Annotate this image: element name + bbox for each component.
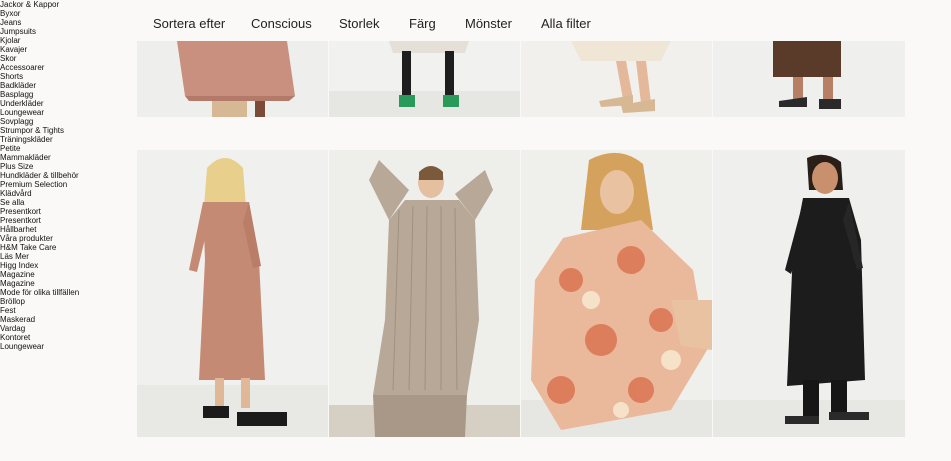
sidebar-category-label[interactable]: Klädvård — [0, 189, 32, 198]
sidebar-category-label[interactable]: Bröllop — [0, 297, 25, 306]
sidebar-category-item[interactable]: Fest — [0, 306, 130, 315]
sidebar-category-label[interactable]: Fest — [0, 306, 16, 315]
sidebar-category-label[interactable]: Presentkort — [0, 207, 41, 216]
product-image-pink-wrap-dress[interactable] — [137, 150, 328, 437]
sidebar-category-label[interactable]: H&M Take Care — [0, 243, 56, 252]
sidebar-category-label[interactable]: Shorts — [0, 72, 23, 81]
sidebar-category-label[interactable]: Premium Selection — [0, 180, 67, 189]
conscious-filter-button[interactable]: Conscious — [251, 16, 312, 31]
sidebar-category-item[interactable]: Jeans — [0, 18, 130, 27]
page: Jackor & Kappor Byxor Jeans Jumpsuits Kjolar… — [0, 0, 951, 461]
sidebar-category-label[interactable]: Higg Index — [0, 261, 38, 270]
sidebar-category-label[interactable]: Plus Size — [0, 162, 33, 171]
sidebar-category-label[interactable]: Kavajer — [0, 45, 27, 54]
sidebar-category-label[interactable]: Jeans — [0, 18, 21, 27]
sidebar-category-item[interactable]: Träningskläder — [0, 135, 130, 144]
sidebar-category-item[interactable]: Hållbarhet — [0, 225, 130, 234]
sidebar-category-label[interactable]: Presentkort — [0, 216, 41, 225]
size-filter-button[interactable]: Storlek — [339, 16, 379, 31]
sidebar-category-item[interactable]: Presentkort — [0, 216, 130, 225]
sidebar-category-item[interactable]: Kontoret — [0, 333, 130, 342]
sort-by-button[interactable]: Sortera efter — [153, 16, 225, 31]
sidebar-category-item[interactable]: Presentkort — [0, 207, 130, 216]
sidebar-category-item[interactable]: Sovplagg — [0, 117, 130, 126]
product-image-white-dress-top[interactable] — [329, 41, 520, 117]
pattern-filter-button[interactable]: Mönster — [465, 16, 512, 31]
sidebar-category-label[interactable]: Skor — [0, 54, 16, 63]
product-image-brown-dress-top[interactable] — [713, 41, 905, 117]
sidebar-category-label[interactable]: Se alla — [0, 198, 24, 207]
sidebar-category-item[interactable]: Kavajer — [0, 45, 130, 54]
sidebar-category-label[interactable]: Petite — [0, 144, 20, 153]
sidebar-category-label[interactable]: Kjolar — [0, 36, 20, 45]
sidebar-category-item[interactable]: Byxor — [0, 9, 130, 18]
sidebar-category-item[interactable]: Magazine — [0, 270, 130, 279]
sidebar-category-item[interactable]: Higg Index — [0, 261, 130, 270]
sidebar-category-item[interactable]: Kjolar — [0, 36, 130, 45]
product-image-beige-knit-dress[interactable] — [329, 150, 520, 437]
sidebar-category-label[interactable]: Träningskläder — [0, 135, 53, 144]
sidebar-category-label[interactable]: Hundkläder & tillbehör — [0, 171, 79, 180]
color-filter-button[interactable]: Färg — [409, 16, 436, 31]
category-sidebar: Jackor & Kappor Byxor Jeans Jumpsuits Kjolar… — [0, 0, 130, 351]
sidebar-category-item[interactable]: Skor — [0, 54, 130, 63]
sidebar-category-item[interactable]: Hundkläder & tillbehör — [0, 171, 130, 180]
sidebar-category-label[interactable]: Loungewear — [0, 342, 44, 351]
sidebar-category-label[interactable]: Läs Mer — [0, 252, 29, 261]
sidebar-category-item[interactable]: Jackor & Kappor — [0, 0, 130, 9]
sidebar-category-label[interactable]: Sovplagg — [0, 117, 33, 126]
filter-bar: Sortera efter Conscious Storlek Färg Mön… — [137, 0, 905, 41]
sidebar-category-label[interactable]: Kontoret — [0, 333, 30, 342]
sidebar-category-item[interactable]: Magazine — [0, 279, 130, 288]
sidebar-category-item[interactable]: H&M Take Care — [0, 243, 130, 252]
sidebar-category-item[interactable]: Loungewear — [0, 108, 130, 117]
sidebar-category-label[interactable]: Jackor & Kappor — [0, 0, 59, 9]
sidebar-category-item[interactable]: Basplagg — [0, 90, 130, 99]
sidebar-category-item[interactable]: Premium Selection — [0, 180, 130, 189]
sidebar-category-item[interactable]: Maskerad — [0, 315, 130, 324]
sidebar-category-label[interactable]: Basplagg — [0, 90, 33, 99]
sidebar-category-label[interactable]: Accessoarer — [0, 63, 44, 72]
sidebar-category-item[interactable]: Accessoarer — [0, 63, 130, 72]
sidebar-category-item[interactable]: Läs Mer — [0, 252, 130, 261]
sidebar-category-item[interactable]: Plus Size — [0, 162, 130, 171]
sidebar-category-item[interactable]: Petite — [0, 144, 130, 153]
sidebar-category-label[interactable]: Mode för olika tillfällen — [0, 288, 79, 297]
sidebar-category-label[interactable]: Mammakläder — [0, 153, 51, 162]
sidebar-category-label[interactable]: Loungewear — [0, 108, 44, 117]
sidebar-category-label[interactable]: Hållbarhet — [0, 225, 36, 234]
sidebar-category-item[interactable]: Underkläder — [0, 99, 130, 108]
sidebar-category-item[interactable]: Klädvård — [0, 189, 130, 198]
sidebar-category-label[interactable]: Magazine — [0, 270, 35, 279]
sidebar-category-item[interactable]: Våra produkter — [0, 234, 130, 243]
sidebar-category-label[interactable]: Byxor — [0, 9, 20, 18]
sidebar-category-item[interactable]: Jumpsuits — [0, 27, 130, 36]
sidebar-category-item[interactable]: Badkläder — [0, 81, 130, 90]
sidebar-category-label[interactable]: Våra produkter — [0, 234, 53, 243]
sidebar-category-label[interactable]: Magazine — [0, 279, 35, 288]
sidebar-category-label[interactable]: Vardag — [0, 324, 25, 333]
sidebar-category-item[interactable]: Shorts — [0, 72, 130, 81]
all-filters-button[interactable]: Alla filter — [541, 16, 591, 31]
sidebar-category-item[interactable]: Se alla — [0, 198, 130, 207]
sidebar-category-label[interactable]: Jumpsuits — [0, 27, 36, 36]
product-image-cream-dress-top[interactable] — [521, 41, 712, 117]
product-image-floral-dress[interactable] — [521, 150, 712, 437]
sidebar-category-label[interactable]: Maskerad — [0, 315, 35, 324]
sidebar-category-item[interactable]: Mammakläder — [0, 153, 130, 162]
sidebar-category-item[interactable]: Mode för olika tillfällen — [0, 288, 130, 297]
sidebar-category-label[interactable]: Strumpor & Tights — [0, 126, 64, 135]
sidebar-category-item[interactable]: Vardag — [0, 324, 130, 333]
sidebar-category-label[interactable]: Badkläder — [0, 81, 36, 90]
sidebar-category-item[interactable]: Loungewear — [0, 342, 130, 351]
product-image-black-shirt-dress[interactable] — [713, 150, 905, 437]
sidebar-category-label[interactable]: Underkläder — [0, 99, 44, 108]
product-image-pink-dress-top[interactable] — [137, 41, 328, 117]
sidebar-category-item[interactable]: Bröllop — [0, 297, 130, 306]
sidebar-category-item[interactable]: Strumpor & Tights — [0, 126, 130, 135]
